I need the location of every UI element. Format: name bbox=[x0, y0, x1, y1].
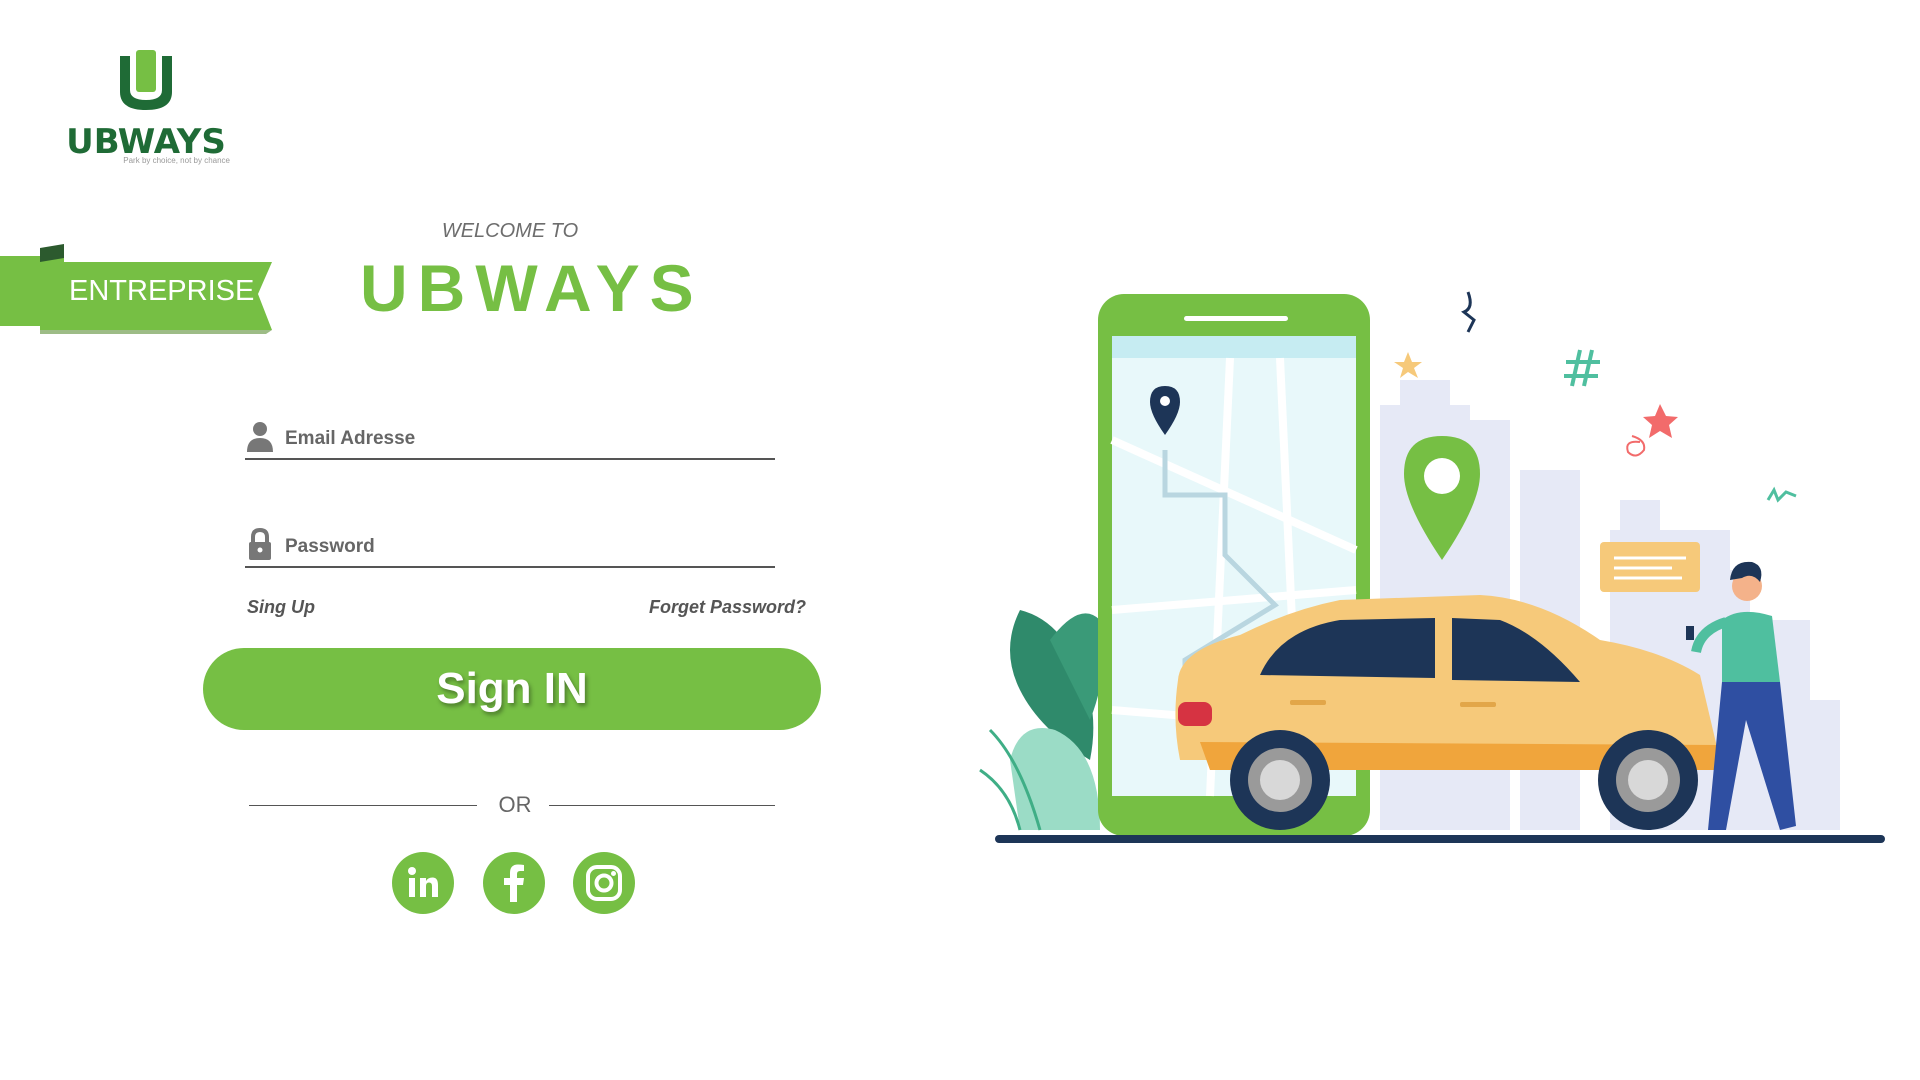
or-text: OR bbox=[498, 792, 532, 817]
hero-illustration bbox=[960, 290, 1890, 850]
forgot-password-link[interactable]: Forget Password? bbox=[649, 597, 806, 618]
welcome-subtitle: WELCOME TO bbox=[441, 220, 579, 242]
brand-logo: UBWAYS Park by choice, not by chance bbox=[66, 50, 230, 170]
or-divider-right bbox=[549, 805, 775, 806]
user-icon bbox=[247, 422, 273, 452]
signin-button[interactable]: Sign IN bbox=[203, 648, 821, 730]
ribbon-label: ENTREPRISE bbox=[69, 275, 255, 307]
instagram-icon bbox=[586, 865, 622, 901]
email-label: Email Adresse bbox=[285, 428, 416, 449]
password-field[interactable]: Password bbox=[245, 516, 775, 568]
linkedin-button[interactable] bbox=[392, 852, 454, 914]
instagram-button[interactable] bbox=[573, 852, 635, 914]
facebook-icon bbox=[504, 864, 524, 902]
lock-icon bbox=[249, 528, 271, 560]
welcome-title: UBWAYS bbox=[360, 251, 704, 325]
brand-tagline: Park by choice, not by chance bbox=[123, 156, 230, 165]
u-logo-icon bbox=[120, 50, 172, 110]
facebook-button[interactable] bbox=[483, 852, 545, 914]
or-divider-left bbox=[249, 805, 477, 806]
email-field[interactable]: Email Adresse bbox=[245, 408, 775, 460]
linkedin-icon bbox=[408, 867, 438, 897]
password-label: Password bbox=[285, 536, 375, 557]
entreprise-ribbon: ENTREPRISE bbox=[0, 244, 280, 344]
signup-link[interactable]: Sing Up bbox=[247, 597, 315, 618]
